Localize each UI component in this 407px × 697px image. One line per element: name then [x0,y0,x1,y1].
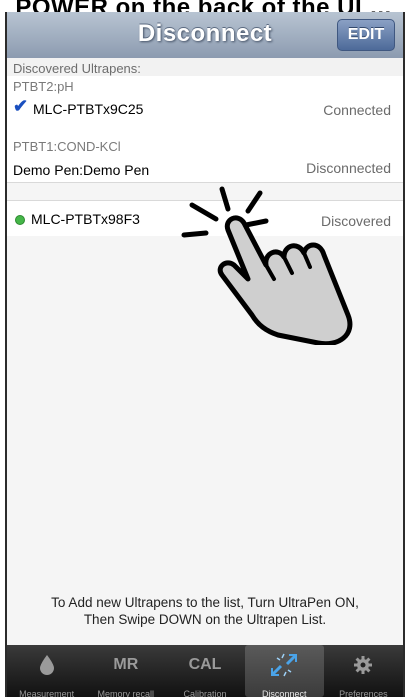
tab-preferences[interactable]: Preferences [324,645,403,697]
gear-icon [324,653,403,677]
checkmark-icon: ✔ [13,96,29,116]
drop-icon [7,653,86,677]
instruction-text: To Add new Ultrapens to the list, Turn U… [7,594,403,628]
list-item-device[interactable]: PTBT2:pH ✔ MLC-PTBTx9C25 Connected [7,76,403,131]
tab-disconnect[interactable]: Disconnect [244,645,324,697]
instruction-line-2: Then Swipe DOWN on the Ultrapen List. [83,612,327,627]
tab-label: Measurement [19,689,75,697]
device-subtitle: PTBT1:COND-KCl [13,139,121,154]
tab-label: Disconnect [261,689,307,697]
app-screen: Disconnect EDIT Discovered Ultrapens: PT… [5,12,405,697]
tab-measurement[interactable]: Measurement [7,645,86,697]
mr-text-icon: MR [86,653,165,677]
status-dot-icon [15,215,25,225]
tab-label: Preferences [339,689,388,697]
cal-text-icon: CAL [165,653,244,677]
device-name: Demo Pen:Demo Pen [13,162,150,178]
cropped-caption: POWER on the back of the UL... [0,0,407,12]
device-subtitle: PTBT2:pH [13,79,74,94]
tab-bar: Measurement MR Memory recall CAL Calibra… [7,645,403,697]
edit-button[interactable]: EDIT [337,19,395,51]
device-name: MLC-PTBTx98F3 [31,211,140,227]
device-name: MLC-PTBTx9C25 [33,101,144,117]
section-header: Discovered Ultrapens: [7,58,403,76]
device-status: Disconnected [306,160,391,176]
section-header-label: Discovered Ultrapens: [13,61,141,76]
icon-text: CAL [188,656,222,673]
disconnect-arrows-icon [245,653,324,677]
tap-hand-icon [181,186,353,345]
tab-label: Calibration [183,689,227,697]
device-status: Connected [323,102,391,118]
tab-label: Memory recall [97,689,155,697]
icon-text: MR [113,656,139,673]
instruction-line-1: To Add new Ultrapens to the list, Turn U… [51,595,359,610]
tab-calibration[interactable]: CAL Calibration [165,645,244,697]
tab-memory-recall[interactable]: MR Memory recall [86,645,165,697]
navigation-bar: Disconnect EDIT [7,12,403,59]
